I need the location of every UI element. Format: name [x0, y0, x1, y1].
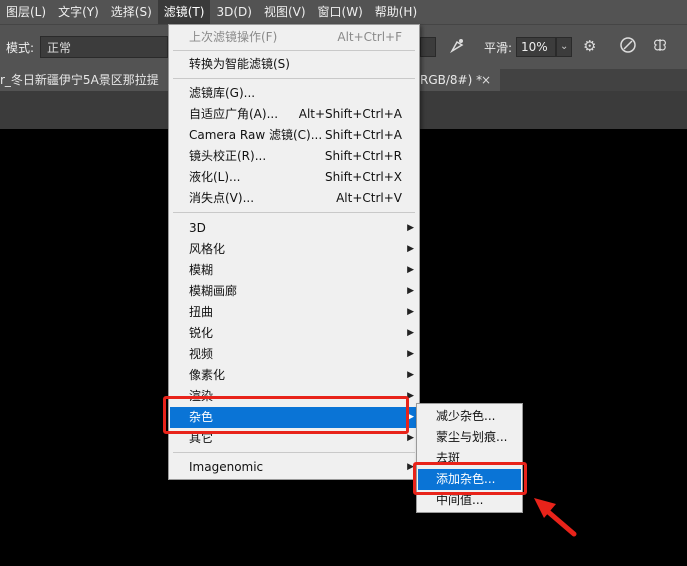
menu-item-last-filter: 上次滤镜操作(F) Alt+Ctrl+F	[170, 27, 418, 48]
menu-item-label: Imagenomic	[189, 460, 264, 474]
smoothing-dropdown[interactable]: ⌄	[556, 37, 572, 57]
menu-bar: 图层(L) 文字(Y) 选择(S) 滤镜(T) 3D(D) 视图(V) 窗口(W…	[0, 0, 687, 24]
menu-item-label: 3D	[189, 221, 206, 235]
menu-separator	[173, 212, 415, 213]
smoothing-value: 10%	[521, 40, 548, 54]
menu-item-3d[interactable]: 3D ▶	[170, 218, 418, 239]
menu-item-filter-gallery[interactable]: 滤镜库(G)...	[170, 83, 418, 104]
menu-item-lens-correction[interactable]: 镜头校正(R)... Shift+Ctrl+R	[170, 146, 418, 167]
submenu-arrow-icon: ▶	[407, 328, 414, 338]
menu-window[interactable]: 窗口(W)	[312, 0, 369, 24]
submenu-arrow-icon: ▶	[407, 349, 414, 359]
noise-submenu: 减少杂色... 蒙尘与划痕... 去斑 添加杂色... 中间值...	[416, 403, 523, 513]
close-icon[interactable]: ×	[481, 69, 491, 91]
menu-item-label: 消失点(V)...	[189, 191, 255, 205]
menu-item-smart-filter[interactable]: 转换为智能滤镜(S)	[170, 54, 418, 75]
submenu-arrow-icon: ▶	[407, 223, 414, 233]
menu-layer[interactable]: 图层(L)	[0, 0, 52, 24]
opacity-dropdown[interactable]	[420, 37, 436, 57]
menu-item-label: Camera Raw 滤镜(C)...	[189, 128, 323, 142]
brush-angle-icon[interactable]	[619, 36, 637, 58]
highlight-box-add-noise	[413, 462, 527, 495]
menu-item-vanishing-point[interactable]: 消失点(V)... Alt+Ctrl+V	[170, 188, 418, 209]
menu-item-shortcut: Shift+Ctrl+A	[325, 128, 402, 142]
menu-item-sharpen[interactable]: 锐化 ▶	[170, 323, 418, 344]
menu-item-label: 转换为智能滤镜(S)	[189, 57, 290, 71]
menu-3d[interactable]: 3D(D)	[210, 0, 257, 24]
menu-item-shortcut: Alt+Shift+Ctrl+A	[298, 107, 402, 121]
menu-item-label: 蒙尘与划痕...	[436, 430, 508, 444]
gear-icon[interactable]: ⚙	[583, 37, 596, 55]
submenu-arrow-icon: ▶	[407, 370, 414, 380]
menu-separator	[173, 78, 415, 79]
submenu-arrow-icon: ▶	[407, 265, 414, 275]
mode-value: 正常	[47, 41, 72, 55]
red-arrow-icon	[534, 498, 577, 537]
menu-item-label: 锐化	[189, 326, 214, 340]
menu-item-label: 风格化	[189, 242, 226, 256]
menu-item-distort[interactable]: 扭曲 ▶	[170, 302, 418, 323]
menu-item-label: 自适应广角(A)...	[189, 107, 279, 121]
menu-item-blur-gallery[interactable]: 模糊画廊 ▶	[170, 281, 418, 302]
menu-item-label: 模糊画廊	[189, 284, 238, 298]
menu-item-shortcut: Shift+Ctrl+X	[325, 170, 402, 184]
submenu-item-reduce-noise[interactable]: 减少杂色...	[418, 406, 521, 427]
menu-item-shortcut: Shift+Ctrl+R	[324, 149, 402, 163]
smooth-label: 平滑:	[484, 41, 513, 55]
submenu-arrow-icon: ▶	[407, 244, 414, 254]
pressure-icon[interactable]	[449, 36, 467, 58]
menu-item-shortcut: Alt+Ctrl+F	[337, 30, 402, 44]
submenu-arrow-icon: ▶	[407, 307, 414, 317]
menu-item-label: 减少杂色...	[436, 409, 496, 423]
submenu-item-dust-scratches[interactable]: 蒙尘与划痕...	[418, 427, 521, 448]
menu-item-imagenomic[interactable]: Imagenomic ▶	[170, 457, 418, 478]
menu-filter[interactable]: 滤镜(T)	[157, 0, 211, 24]
menu-item-label: 镜头校正(R)...	[189, 149, 267, 163]
submenu-arrow-icon: ▶	[407, 286, 414, 296]
menu-item-label: 上次滤镜操作(F)	[189, 30, 278, 44]
document-mode: RGB/8#) *	[420, 73, 483, 87]
menu-select[interactable]: 选择(S)	[105, 0, 158, 24]
menu-item-blur[interactable]: 模糊 ▶	[170, 260, 418, 281]
menu-help[interactable]: 帮助(H)	[369, 0, 423, 24]
menu-item-label: 滤镜库(G)...	[189, 86, 256, 100]
menu-item-pixelate[interactable]: 像素化 ▶	[170, 365, 418, 386]
mode-label: 模式:	[6, 41, 35, 55]
menu-item-liquify[interactable]: 液化(L)... Shift+Ctrl+X	[170, 167, 418, 188]
menu-separator	[173, 50, 415, 51]
smoothing-input[interactable]: 10%	[516, 37, 556, 57]
menu-item-video[interactable]: 视频 ▶	[170, 344, 418, 365]
symmetry-icon[interactable]	[651, 36, 669, 58]
menu-item-label: 像素化	[189, 368, 226, 382]
document-title: r_冬日新疆伊宁5A景区那拉提	[0, 73, 159, 87]
menu-item-adaptive-wide-angle[interactable]: 自适应广角(A)... Alt+Shift+Ctrl+A	[170, 104, 418, 125]
menu-item-stylize[interactable]: 风格化 ▶	[170, 239, 418, 260]
menu-view[interactable]: 视图(V)	[258, 0, 312, 24]
menu-type[interactable]: 文字(Y)	[52, 0, 105, 24]
menu-item-camera-raw[interactable]: Camera Raw 滤镜(C)... Shift+Ctrl+A	[170, 125, 418, 146]
menu-separator	[173, 452, 415, 453]
highlight-box-noise	[163, 396, 409, 434]
menu-item-shortcut: Alt+Ctrl+V	[336, 191, 402, 205]
chevron-down-icon: ⌄	[560, 41, 569, 52]
menu-item-label: 扭曲	[189, 305, 214, 319]
mode-select[interactable]: 正常	[40, 36, 168, 58]
menu-item-label: 液化(L)...	[189, 170, 241, 184]
menu-item-label: 模糊	[189, 263, 214, 277]
menu-item-label: 视频	[189, 347, 214, 361]
